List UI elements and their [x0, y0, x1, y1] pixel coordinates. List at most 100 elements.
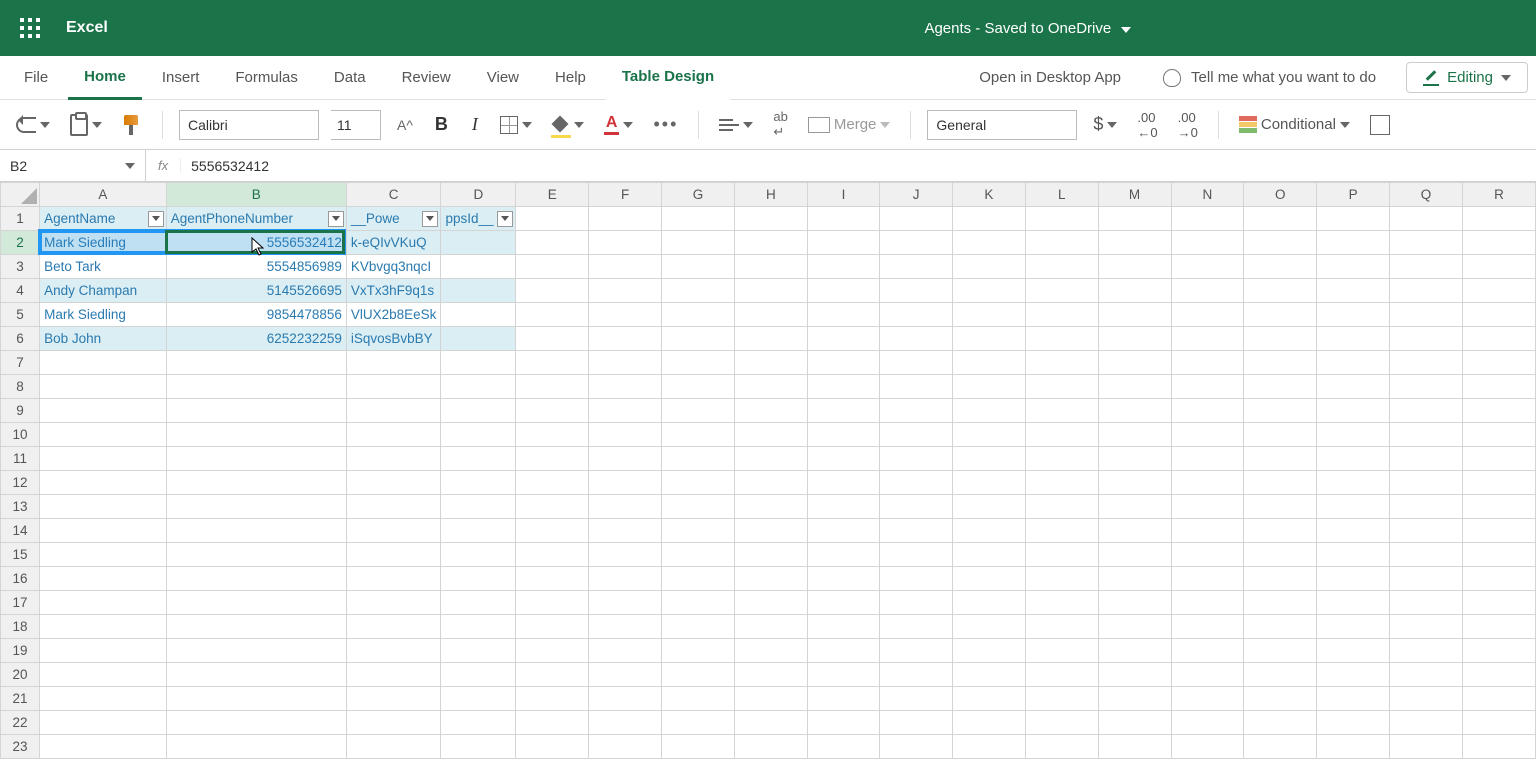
cell-P20[interactable] [1317, 663, 1390, 687]
cell-P7[interactable] [1317, 351, 1390, 375]
cell-P9[interactable] [1317, 399, 1390, 423]
app-launcher-icon[interactable] [12, 10, 48, 46]
cell-N20[interactable] [1171, 663, 1244, 687]
cell-B11[interactable] [166, 447, 346, 471]
cell-K6[interactable] [953, 327, 1026, 351]
cell-B18[interactable] [166, 615, 346, 639]
cell-B16[interactable] [166, 567, 346, 591]
cell-K8[interactable] [953, 375, 1026, 399]
cell-I20[interactable] [807, 663, 880, 687]
tab-view[interactable]: View [471, 56, 535, 100]
cell-A2[interactable]: Mark Siedling [40, 231, 167, 255]
cell-K13[interactable] [953, 495, 1026, 519]
cell-I4[interactable] [807, 279, 880, 303]
cell-G23[interactable] [662, 735, 735, 759]
bold-button[interactable]: B [429, 114, 454, 135]
cell-D8[interactable] [441, 375, 516, 399]
conditional-format-button[interactable]: Conditional [1235, 112, 1354, 138]
cell-B12[interactable] [166, 471, 346, 495]
cell-H7[interactable] [734, 351, 807, 375]
more-font-options[interactable]: ••• [649, 110, 682, 139]
cell-F12[interactable] [589, 471, 662, 495]
cell-G11[interactable] [662, 447, 735, 471]
cell-L10[interactable] [1025, 423, 1098, 447]
cell-I8[interactable] [807, 375, 880, 399]
cell-B7[interactable] [166, 351, 346, 375]
increase-decimal-button[interactable]: .00←0 [1133, 106, 1161, 144]
cell-R10[interactable] [1463, 423, 1536, 447]
cell-C19[interactable] [346, 639, 441, 663]
cell-I15[interactable] [807, 543, 880, 567]
cell-P2[interactable] [1317, 231, 1390, 255]
cell-C15[interactable] [346, 543, 441, 567]
cell-O5[interactable] [1244, 303, 1317, 327]
decrease-decimal-button[interactable]: .00→0 [1174, 106, 1202, 144]
tab-table-design[interactable]: Table Design [606, 56, 730, 100]
cell-H3[interactable] [734, 255, 807, 279]
cell-C6[interactable]: iSqvosBvbBY [346, 327, 441, 351]
cell-F5[interactable] [589, 303, 662, 327]
cell-N13[interactable] [1171, 495, 1244, 519]
row-header-15[interactable]: 15 [1, 543, 40, 567]
cell-E8[interactable] [516, 375, 589, 399]
cell-L16[interactable] [1025, 567, 1098, 591]
cell-R2[interactable] [1463, 231, 1536, 255]
cell-G18[interactable] [662, 615, 735, 639]
cell-K7[interactable] [953, 351, 1026, 375]
cell-L20[interactable] [1025, 663, 1098, 687]
cell-K16[interactable] [953, 567, 1026, 591]
editing-mode-button[interactable]: Editing [1406, 62, 1528, 93]
cell-H11[interactable] [734, 447, 807, 471]
cell-I23[interactable] [807, 735, 880, 759]
cell-G15[interactable] [662, 543, 735, 567]
cell-G3[interactable] [662, 255, 735, 279]
cell-R12[interactable] [1463, 471, 1536, 495]
cell-H15[interactable] [734, 543, 807, 567]
cell-D14[interactable] [441, 519, 516, 543]
cell-K17[interactable] [953, 591, 1026, 615]
cell-L9[interactable] [1025, 399, 1098, 423]
cell-B13[interactable] [166, 495, 346, 519]
cell-F19[interactable] [589, 639, 662, 663]
cell-R18[interactable] [1463, 615, 1536, 639]
cell-F6[interactable] [589, 327, 662, 351]
cell-J17[interactable] [880, 591, 953, 615]
cell-M18[interactable] [1098, 615, 1171, 639]
cell-C16[interactable] [346, 567, 441, 591]
cell-B19[interactable] [166, 639, 346, 663]
cell-N19[interactable] [1171, 639, 1244, 663]
cell-N9[interactable] [1171, 399, 1244, 423]
cell-I21[interactable] [807, 687, 880, 711]
cell-H4[interactable] [734, 279, 807, 303]
cell-N17[interactable] [1171, 591, 1244, 615]
cell-E6[interactable] [516, 327, 589, 351]
cell-M9[interactable] [1098, 399, 1171, 423]
cell-J5[interactable] [880, 303, 953, 327]
cell-R8[interactable] [1463, 375, 1536, 399]
cell-M19[interactable] [1098, 639, 1171, 663]
cell-L22[interactable] [1025, 711, 1098, 735]
tab-data[interactable]: Data [318, 56, 382, 100]
row-header-5[interactable]: 5 [1, 303, 40, 327]
cell-J1[interactable] [880, 207, 953, 231]
cell-A17[interactable] [40, 591, 167, 615]
cell-E3[interactable] [516, 255, 589, 279]
cell-I3[interactable] [807, 255, 880, 279]
row-header-8[interactable]: 8 [1, 375, 40, 399]
cell-B6[interactable]: 6252232259 [166, 327, 346, 351]
cell-M4[interactable] [1098, 279, 1171, 303]
cell-N1[interactable] [1171, 207, 1244, 231]
cell-R5[interactable] [1463, 303, 1536, 327]
cell-E4[interactable] [516, 279, 589, 303]
cell-R11[interactable] [1463, 447, 1536, 471]
tab-help[interactable]: Help [539, 56, 602, 100]
cell-J15[interactable] [880, 543, 953, 567]
row-header-17[interactable]: 17 [1, 591, 40, 615]
undo-button[interactable] [12, 113, 54, 137]
cell-R23[interactable] [1463, 735, 1536, 759]
row-header-20[interactable]: 20 [1, 663, 40, 687]
cell-O12[interactable] [1244, 471, 1317, 495]
row-header-21[interactable]: 21 [1, 687, 40, 711]
cell-M16[interactable] [1098, 567, 1171, 591]
cell-N11[interactable] [1171, 447, 1244, 471]
